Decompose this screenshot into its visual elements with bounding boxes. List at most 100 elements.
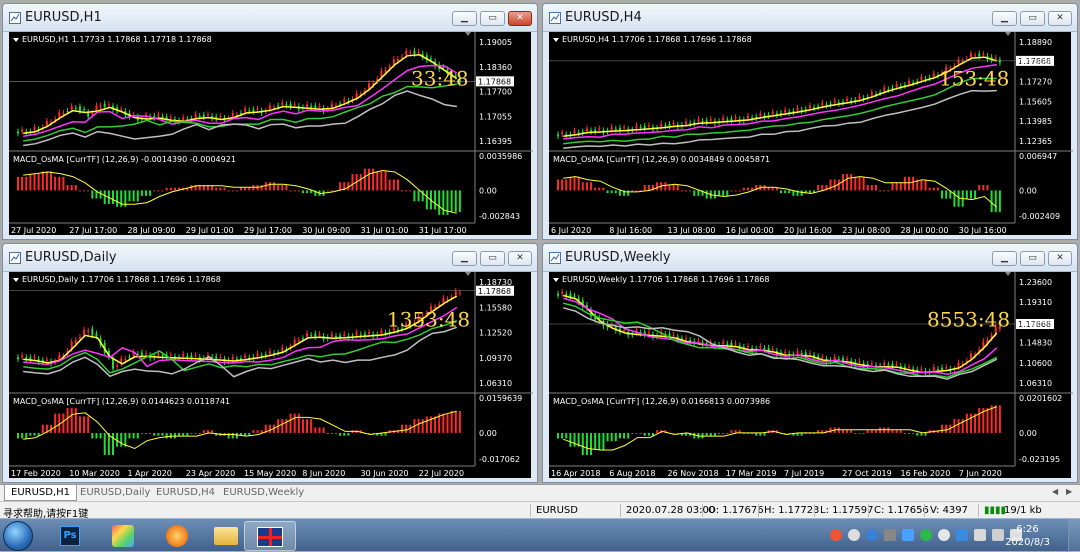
- price-chart-svg: 1.178681.18730 1.15580 1.12520 1.09370 1.063…: [9, 272, 533, 478]
- settings-icon[interactable]: [848, 529, 860, 541]
- chart-window-icon: [9, 252, 21, 264]
- candle-body: [157, 114, 160, 117]
- candle-body: [759, 113, 762, 117]
- taskbar-photoshop[interactable]: Ps: [44, 521, 96, 551]
- macd-histogram-bar: [446, 413, 449, 433]
- candle-body: [281, 102, 284, 105]
- macd-histogram-bar: [945, 190, 948, 199]
- candle-body: [194, 355, 197, 357]
- window-titlebar[interactable]: EURUSD,H4 ▁ ▭ ✕: [543, 4, 1077, 32]
- maximize-button[interactable]: ▭: [480, 251, 505, 266]
- wechat-icon[interactable]: [920, 529, 932, 541]
- minimize-button[interactable]: ▁: [992, 251, 1017, 266]
- candle-body: [701, 121, 704, 123]
- macd-tick-label: 0.00: [1019, 429, 1037, 438]
- help-icon[interactable]: [866, 529, 878, 541]
- macd-histogram-bar: [561, 432, 564, 439]
- candle-body: [417, 51, 420, 53]
- display-icon[interactable]: [974, 529, 986, 541]
- macd-histogram-bar: [285, 184, 288, 191]
- macd-histogram-bar: [161, 432, 164, 436]
- macd-histogram-bar: [273, 182, 276, 191]
- shield-icon[interactable]: [956, 529, 968, 541]
- date-tick-label: 16 Jul 00:00: [726, 226, 774, 235]
- candle-body: [202, 114, 205, 118]
- macd-histogram-bar: [672, 184, 675, 191]
- macd-histogram-bar: [903, 176, 906, 191]
- show-desktop-button[interactable]: [1068, 519, 1080, 552]
- chart-area[interactable]: 1.17868 1.18890 1.17868 1.17270 1.15605 1.139…: [549, 32, 1073, 235]
- maximize-button[interactable]: ▭: [1020, 11, 1045, 26]
- window-titlebar[interactable]: EURUSD,Daily ▁ ▭ ✕: [3, 244, 537, 272]
- macd-histogram-bar: [647, 184, 650, 191]
- chart-window-h1[interactable]: EURUSD,H1 ▁ ▭ ✕ 1.17868 1.19005 1.18360 1.1…: [2, 3, 538, 240]
- chart-window-h4[interactable]: EURUSD,H4 ▁ ▭ ✕ 1.17868 1.18890 1.17868 1.1…: [542, 3, 1078, 240]
- candle-body: [107, 104, 110, 106]
- candle-body: [87, 330, 90, 332]
- minimize-button[interactable]: ▁: [452, 251, 477, 266]
- macd-histogram-bar: [215, 187, 218, 191]
- chart-window-d1[interactable]: EURUSD,Daily ▁ ▭ ✕ 1.17868 1.18730 1.15580…: [2, 243, 538, 483]
- usb-icon[interactable]: [884, 529, 896, 541]
- candle-body: [66, 111, 69, 113]
- minimize-button[interactable]: ▁: [992, 11, 1017, 26]
- macd-histogram-bar: [618, 432, 621, 439]
- window-titlebar[interactable]: EURUSD,Weekly ▁ ▭ ✕: [543, 244, 1077, 272]
- date-tick-label: 28 Jul 09:00: [128, 226, 176, 235]
- candle-body: [58, 355, 61, 360]
- tab-scroll-right-icon[interactable]: ▶: [1066, 487, 1072, 496]
- candle-body: [957, 59, 960, 64]
- price-tick-label: 1.17868: [1019, 58, 1052, 67]
- taskbar-browser[interactable]: [152, 521, 204, 551]
- candle-body: [891, 87, 894, 89]
- macd-histogram-bar: [169, 187, 172, 191]
- tab-eurusd-h4[interactable]: EURUSD,H4: [150, 485, 221, 501]
- candle-body: [623, 330, 626, 332]
- tab-eurusd-weekly[interactable]: EURUSD,Weekly: [217, 485, 310, 501]
- candle-body: [908, 366, 911, 368]
- candle-body: [438, 304, 441, 306]
- tab-eurusd-h1[interactable]: EURUSD,H1: [4, 485, 78, 501]
- close-button[interactable]: ✕: [1048, 11, 1072, 26]
- macd-histogram-bar: [161, 190, 164, 192]
- maximize-button[interactable]: ▭: [480, 11, 505, 26]
- taskbar-metatrader[interactable]: [244, 521, 296, 551]
- candle-body: [140, 352, 143, 356]
- window-titlebar[interactable]: EURUSD,H1 ▁ ▭ ✕: [3, 4, 537, 32]
- macd-histogram-bar: [62, 176, 65, 191]
- price-tick-label: 1.18360: [479, 63, 512, 72]
- chart-window-w1[interactable]: EURUSD,Weekly ▁ ▭ ✕ 1.17868 1.23600 1.1931…: [542, 243, 1078, 483]
- candle-body: [442, 298, 445, 303]
- candle-body: [908, 80, 911, 84]
- close-button[interactable]: ✕: [508, 251, 532, 266]
- macd-histogram-bar: [718, 190, 721, 196]
- macd-histogram-bar: [25, 432, 28, 439]
- close-button[interactable]: ✕: [1048, 251, 1072, 266]
- macd-histogram-bar: [643, 184, 646, 191]
- chart-area[interactable]: 1.17868 1.18730 1.15580 1.12520 1.09370 1.063…: [9, 272, 533, 478]
- window-title: EURUSD,Weekly: [565, 250, 671, 265]
- macd-histogram-bar: [153, 190, 156, 192]
- macd-histogram-bar: [689, 190, 692, 192]
- price-tick-label: 1.12520: [479, 329, 512, 338]
- taskbar-paint[interactable]: [98, 521, 150, 551]
- macd-histogram-bar: [602, 187, 605, 191]
- taskbar-clock[interactable]: 6:26 2020/8/3: [1005, 523, 1050, 549]
- chat-icon[interactable]: [938, 529, 950, 541]
- macd-histogram-bar: [693, 190, 696, 196]
- tab-scroll-left-icon[interactable]: ◀: [1052, 487, 1058, 496]
- start-button[interactable]: [3, 521, 33, 551]
- macd-histogram-bar: [405, 190, 408, 192]
- candle-body: [429, 58, 432, 60]
- chart-area[interactable]: 1.17868 1.19005 1.18360 1.17700 1.17055 1.163…: [9, 32, 533, 235]
- minimize-button[interactable]: ▁: [452, 11, 477, 26]
- send-icon[interactable]: [902, 529, 914, 541]
- maximize-button[interactable]: ▭: [1020, 251, 1045, 266]
- candle-body: [920, 77, 923, 81]
- network-icon[interactable]: [992, 529, 1004, 541]
- tab-eurusd-daily[interactable]: EURUSD,Daily: [74, 485, 156, 501]
- sogou-input-icon[interactable]: [830, 529, 842, 541]
- chart-area[interactable]: 1.17868 1.23600 1.19310 1.17868 1.14830 1.106…: [549, 272, 1073, 478]
- close-button[interactable]: ✕: [508, 11, 532, 26]
- macd-histogram-bar: [594, 432, 597, 450]
